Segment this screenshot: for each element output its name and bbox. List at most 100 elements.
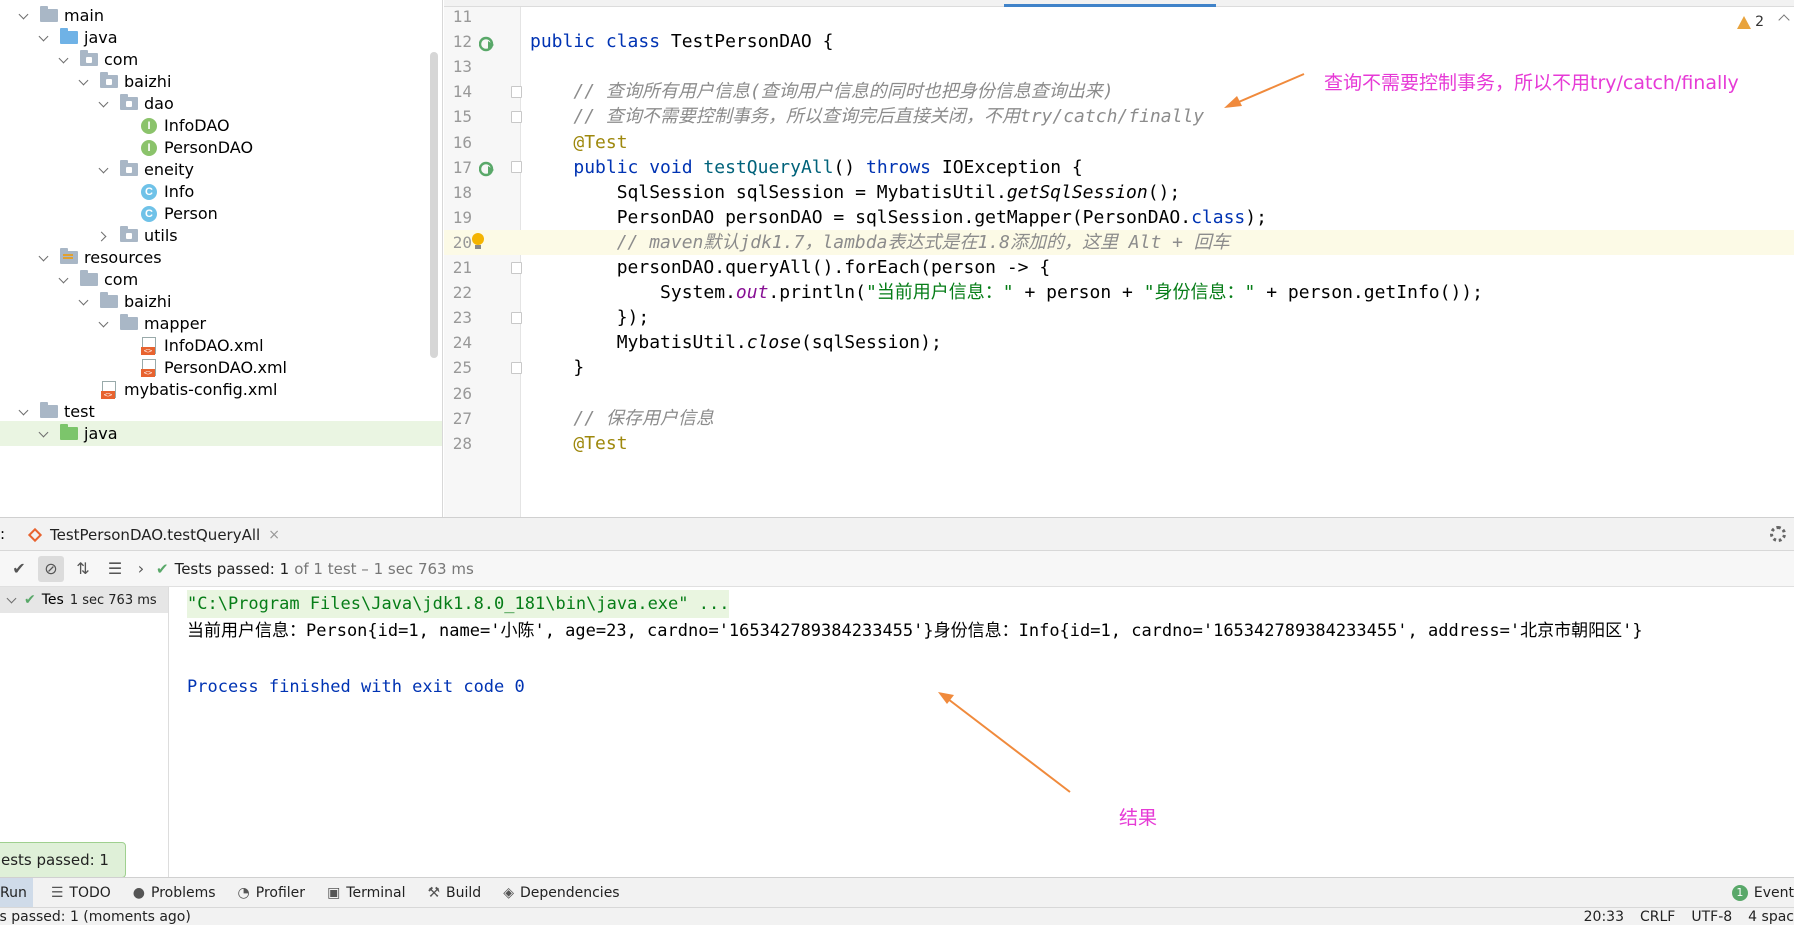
line-number: 19 (452, 207, 472, 227)
toolwindow-event-label: Event (1753, 884, 1794, 901)
chevron-right-icon[interactable] (98, 230, 110, 242)
fold-marker-icon[interactable] (511, 361, 522, 374)
code-text: PersonDAO personDAO = sqlSession.getMapp… (530, 206, 1267, 228)
show-passed-check-icon[interactable]: ✔ (6, 556, 32, 582)
code-text: // 查询所有用户信息(查询用户信息的同时也把身份信息查询出来) (573, 81, 1114, 103)
code-line[interactable]: 23 }); (444, 305, 1794, 330)
status-bar: ts passed: 1 (moments ago) 20:33 CRLF UT… (0, 907, 1794, 925)
toolwindow-dependencies[interactable]: ◈ Dependencies (503, 885, 619, 901)
line-number: 11 (452, 7, 472, 26)
tree-scrollbar[interactable] (430, 52, 438, 358)
toolwindow-event-log[interactable]: 1 Event (1731, 878, 1794, 907)
toolwindow-terminal[interactable]: ▣ Terminal (327, 885, 405, 901)
chevron-down-icon[interactable] (58, 54, 70, 66)
code-line[interactable]: 12 public class TestPersonDAO { (444, 29, 1794, 54)
code-line[interactable]: 18 SqlSession sqlSession = MybatisUtil.g… (444, 180, 1794, 205)
toolwindow-problems[interactable]: ● Problems (133, 885, 216, 901)
interface-icon: I (140, 117, 158, 134)
toolwindow-run[interactable]: Run (0, 878, 33, 907)
status-message[interactable]: ts passed: 1 (moments ago) (0, 908, 191, 925)
line-number: 18 (452, 182, 472, 202)
sort-duration-icon[interactable]: ☰ (102, 556, 128, 582)
tests-status: ✔ Tests passed: 1 of 1 test – 1 sec 763 … (156, 560, 474, 578)
toolwindow-run-label: Run (0, 884, 27, 901)
sort-alpha-icon[interactable]: ⇅ (70, 556, 96, 582)
code-line[interactable]: 24 MybatisUtil.close(sqlSession); (444, 330, 1794, 355)
console-output-line: 当前用户信息：Person{id=1, name='小陈', age=23, c… (187, 621, 1643, 641)
code-line[interactable]: 27 // 保存用户信息 (444, 406, 1794, 431)
code-text: // 查询不需要控制事务，所以查询完后直接关闭，不用try/catch/fina… (573, 106, 1205, 128)
code-line[interactable]: 15 // 查询不需要控制事务，所以查询完后直接关闭，不用try/catch/f… (444, 104, 1794, 129)
toolwindow-build-label: Build (446, 884, 482, 901)
fold-marker-icon[interactable] (511, 85, 522, 98)
source-folder-icon (60, 28, 78, 46)
tree-item-label: PersonDAO.xml (164, 358, 287, 377)
line-separator[interactable]: CRLF (1640, 908, 1675, 925)
indent-setting[interactable]: 4 spac (1748, 908, 1794, 925)
code-line[interactable]: 25 } (444, 355, 1794, 380)
tree-item[interactable]: java (0, 421, 442, 446)
tree-item-label: eneity (144, 160, 195, 179)
code-line[interactable]: 26 (444, 381, 1794, 406)
more-chevron-icon[interactable]: › (134, 556, 148, 582)
console-output[interactable]: "C:\Program Files\Java\jdk1.8.0_181\bin\… (170, 587, 1794, 877)
chevron-down-icon[interactable] (6, 594, 18, 606)
code-line[interactable]: 16 @Test (444, 130, 1794, 155)
code-line[interactable]: 22 System.out.println("当前用户信息：" + person… (444, 280, 1794, 305)
chevron-down-icon[interactable] (38, 32, 50, 44)
code-text: // maven默认jdk1.7，lambda表达式是在1.8添加的，这里 Al… (616, 231, 1230, 253)
run-prefix: : (0, 525, 6, 543)
tests-passed-detail: of 1 test – 1 sec 763 ms (294, 559, 474, 578)
tests-passed-toast[interactable]: ests passed: 1 (0, 842, 126, 878)
chevron-down-icon[interactable] (58, 274, 70, 286)
code-line[interactable]: 28 @Test (444, 431, 1794, 456)
close-tab-icon[interactable]: × (268, 527, 280, 543)
toast-text: ests passed: 1 (1, 851, 109, 869)
toolwindow-profiler[interactable]: ◔ Profiler (238, 885, 306, 901)
tree-item-label: PersonDAO (164, 138, 254, 157)
toolwindow-todo[interactable]: ☰ TODO (51, 885, 111, 901)
chevron-down-icon[interactable] (38, 252, 50, 264)
test-folder-icon (60, 424, 78, 442)
fold-marker-icon[interactable] (511, 261, 522, 274)
code-editor[interactable]: 11 12 public class TestPersonDAO {13 14 // … (444, 0, 1794, 517)
code-line[interactable]: 19 PersonDAO personDAO = sqlSession.getM… (444, 205, 1794, 230)
tree-item-label: mybatis-config.xml (124, 380, 278, 399)
test-row[interactable]: ✔ Tes 1 sec 763 ms (0, 587, 168, 613)
inspection-widget[interactable]: 2 (1737, 14, 1764, 30)
file-encoding[interactable]: UTF-8 (1691, 908, 1732, 925)
test-results-tree[interactable]: ✔ Tes 1 sec 763 ms (0, 587, 169, 877)
run-test-icon[interactable] (478, 159, 495, 177)
chevron-down-icon[interactable] (78, 296, 90, 308)
toolwindow-terminal-label: Terminal (346, 884, 406, 901)
code-line[interactable]: 21 personDAO.queryAll().forEach(person -… (444, 255, 1794, 280)
chevron-down-icon[interactable] (18, 10, 30, 22)
code-line[interactable]: 17 public void testQueryAll() throws IOE… (444, 155, 1794, 180)
problems-icon: ● (132, 884, 146, 901)
test-config-icon (27, 527, 43, 542)
event-count-badge: 1 (1731, 884, 1748, 901)
toolwindow-build[interactable]: ⚒ Build (427, 885, 481, 901)
run-test-icon[interactable] (478, 34, 495, 51)
chevron-down-icon[interactable] (18, 406, 30, 418)
check-icon: ✔ (24, 592, 36, 608)
chevron-down-icon[interactable] (38, 428, 50, 440)
chevron-down-icon[interactable] (98, 164, 110, 176)
chevron-down-icon[interactable] (78, 76, 90, 88)
fold-marker-icon[interactable] (511, 161, 522, 174)
fold-marker-icon[interactable] (511, 311, 522, 324)
caret-position[interactable]: 20:33 (1584, 908, 1624, 925)
code-line[interactable]: 20 // maven默认jdk1.7，lambda表达式是在1.8添加的，这里… (444, 229, 1794, 255)
fold-marker-icon[interactable] (511, 110, 522, 123)
chevron-down-icon[interactable] (98, 318, 110, 330)
run-config-tab[interactable]: TestPersonDAO.testQueryAll × (27, 518, 280, 551)
tree-item-label: main (64, 6, 104, 25)
code-line[interactable]: 11 (444, 4, 1794, 29)
project-tree[interactable]: main java com baizhi dao I InfoDAO I PersonDAO en… (0, 0, 443, 517)
chevron-down-icon[interactable] (98, 98, 110, 110)
show-ignored-icon[interactable]: ⊘ (38, 555, 64, 582)
gear-icon[interactable] (1770, 526, 1786, 542)
line-number: 15 (452, 107, 472, 127)
line-number: 21 (452, 258, 472, 277)
lightbulb-icon[interactable] (472, 232, 484, 249)
